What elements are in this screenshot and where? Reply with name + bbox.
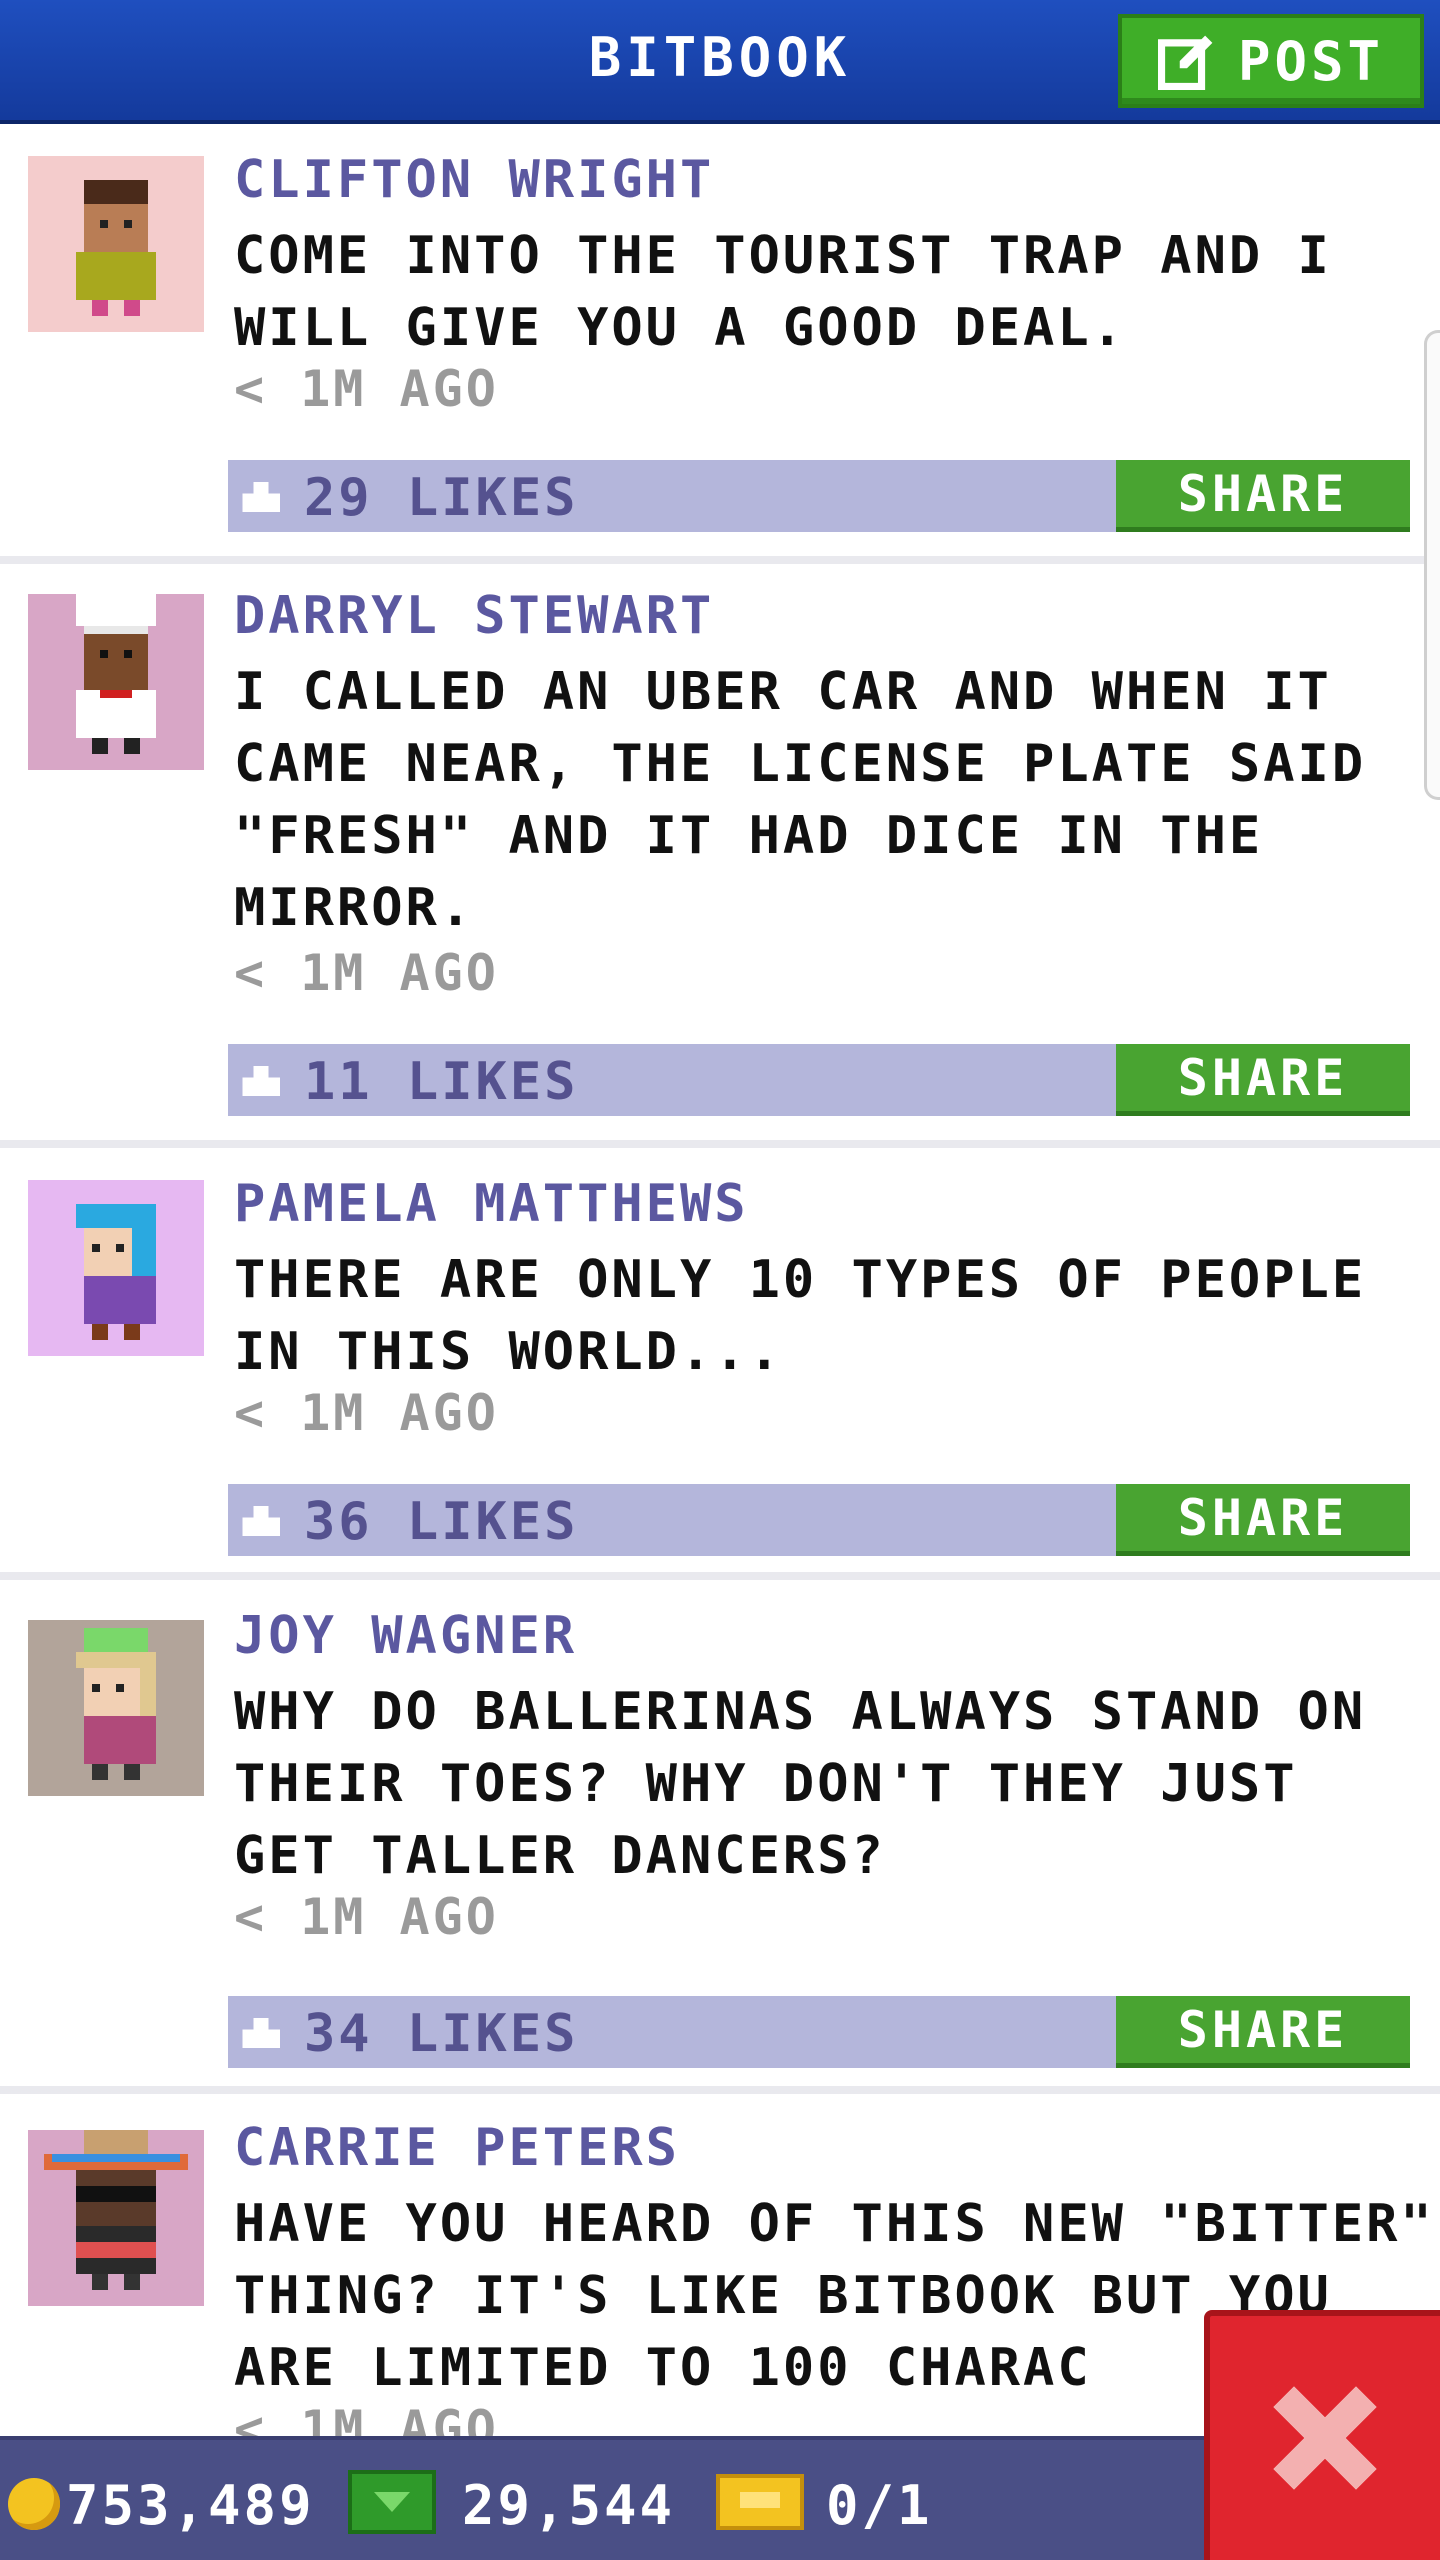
like-icon bbox=[242, 482, 280, 512]
likes-bar[interactable]: 36 LIKES SHARE bbox=[228, 1484, 1410, 1556]
likes-count: 36 LIKES bbox=[304, 1492, 579, 1552]
like-icon bbox=[242, 1066, 280, 1096]
post-feed[interactable]: CLIFTON WRIGHT COME INTO THE TOURIST TRA… bbox=[0, 128, 1440, 2436]
post-time: < 1M AGO bbox=[234, 1888, 499, 1946]
post-text: THERE ARE ONLY 10 TYPES OF PEOPLE IN THI… bbox=[234, 1250, 1367, 1382]
avatar bbox=[28, 156, 204, 332]
tickets-count: 0/1 bbox=[826, 2474, 933, 2537]
post-text: WHY DO BALLERINAS ALWAYS STAND ON THEIR … bbox=[234, 1682, 1367, 1886]
post-author[interactable]: PAMELA MATTHEWS bbox=[234, 1174, 749, 1234]
post-text: COME INTO THE TOURIST TRAP AND I WILL GI… bbox=[234, 226, 1332, 358]
coins-count: 753,489 bbox=[66, 2474, 315, 2537]
coin-icon bbox=[8, 2478, 60, 2530]
likes-count: 29 LIKES bbox=[304, 468, 579, 528]
like-icon bbox=[242, 2018, 280, 2048]
avatar bbox=[28, 1620, 204, 1796]
edit-icon bbox=[1157, 35, 1213, 90]
post-time: < 1M AGO bbox=[234, 1384, 499, 1442]
scroll-handle[interactable] bbox=[1424, 330, 1440, 800]
post-author[interactable]: JOY WAGNER bbox=[234, 1606, 577, 1666]
avatar bbox=[28, 1180, 204, 1356]
likes-count: 11 LIKES bbox=[304, 1052, 579, 1112]
post-author[interactable]: DARRYL STEWART bbox=[234, 586, 714, 646]
share-button[interactable]: SHARE bbox=[1116, 460, 1410, 532]
post-button[interactable]: POST bbox=[1118, 14, 1424, 108]
likes-bar[interactable]: 29 LIKES SHARE bbox=[228, 460, 1410, 532]
post-author[interactable]: CARRIE PETERS bbox=[234, 2118, 680, 2178]
close-button[interactable] bbox=[1204, 2310, 1440, 2560]
close-icon bbox=[1273, 2386, 1377, 2490]
likes-count: 34 LIKES bbox=[304, 2004, 579, 2064]
app-header: BITBOOK POST bbox=[0, 0, 1440, 124]
divider bbox=[0, 1572, 1440, 1580]
avatar bbox=[28, 594, 204, 770]
divider bbox=[0, 1140, 1440, 1148]
divider bbox=[0, 556, 1440, 564]
avatar bbox=[28, 2130, 204, 2306]
share-button[interactable]: SHARE bbox=[1116, 1044, 1410, 1116]
post-button-label: POST bbox=[1237, 29, 1385, 93]
bux-icon bbox=[348, 2470, 436, 2534]
ticket-icon bbox=[716, 2474, 804, 2530]
share-button[interactable]: SHARE bbox=[1116, 1996, 1410, 2068]
post-time: < 1M AGO bbox=[234, 2400, 499, 2436]
bux-count: 29,544 bbox=[462, 2474, 676, 2537]
post-author[interactable]: CLIFTON WRIGHT bbox=[234, 150, 714, 210]
post-time: < 1M AGO bbox=[234, 944, 499, 1002]
likes-bar[interactable]: 11 LIKES SHARE bbox=[228, 1044, 1410, 1116]
divider bbox=[0, 2086, 1440, 2094]
likes-bar[interactable]: 34 LIKES SHARE bbox=[228, 1996, 1410, 2068]
post-time: < 1M AGO bbox=[234, 360, 499, 418]
share-button[interactable]: SHARE bbox=[1116, 1484, 1410, 1556]
post-text: I CALLED AN UBER CAR AND WHEN IT CAME NE… bbox=[234, 662, 1367, 938]
like-icon bbox=[242, 1506, 280, 1536]
